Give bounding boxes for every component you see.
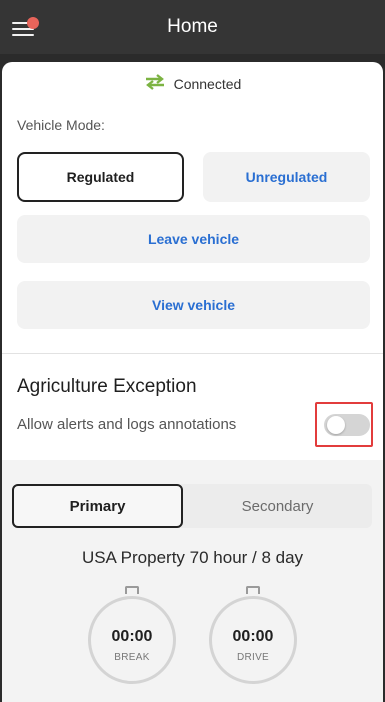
break-label: BREAK xyxy=(114,652,150,663)
agriculture-exception-title: Agriculture Exception xyxy=(17,376,197,397)
connection-status: Connected xyxy=(2,74,383,93)
regulated-button[interactable]: Regulated xyxy=(17,152,184,202)
connection-status-label: Connected xyxy=(173,76,242,92)
page-title: Home xyxy=(167,16,218,37)
view-vehicle-button[interactable]: View vehicle xyxy=(17,281,370,329)
top-app-bar: Home xyxy=(0,0,385,54)
leave-vehicle-button[interactable]: Leave vehicle xyxy=(17,215,370,263)
vehicle-mode-label: Vehicle Mode: xyxy=(17,117,105,133)
swap-arrows-icon xyxy=(144,74,166,93)
break-timer: 00:00 BREAK xyxy=(86,586,178,690)
drive-timer: 00:00 DRIVE xyxy=(207,586,299,690)
drive-time: 00:00 xyxy=(232,628,274,645)
agriculture-exception-subtitle: Allow alerts and logs annotations xyxy=(17,416,237,433)
unregulated-button[interactable]: Unregulated xyxy=(203,152,370,202)
tab-secondary[interactable]: Secondary xyxy=(183,484,372,528)
stopwatch-stem-icon xyxy=(246,586,260,594)
stopwatch-stem-icon xyxy=(125,586,139,594)
section-divider xyxy=(2,353,383,354)
hours-section: Primary Secondary USA Property 70 hour /… xyxy=(2,460,383,702)
ruleset-tabs: Primary Secondary xyxy=(12,484,372,528)
ruleset-name: USA Property 70 hour / 8 day xyxy=(81,548,304,567)
tab-primary[interactable]: Primary xyxy=(12,484,183,528)
drive-label: DRIVE xyxy=(236,652,270,663)
toggle-highlight-box xyxy=(315,402,373,447)
break-time: 00:00 xyxy=(111,628,153,645)
home-panel: Connected Vehicle Mode: Regulated Unregu… xyxy=(2,62,383,702)
